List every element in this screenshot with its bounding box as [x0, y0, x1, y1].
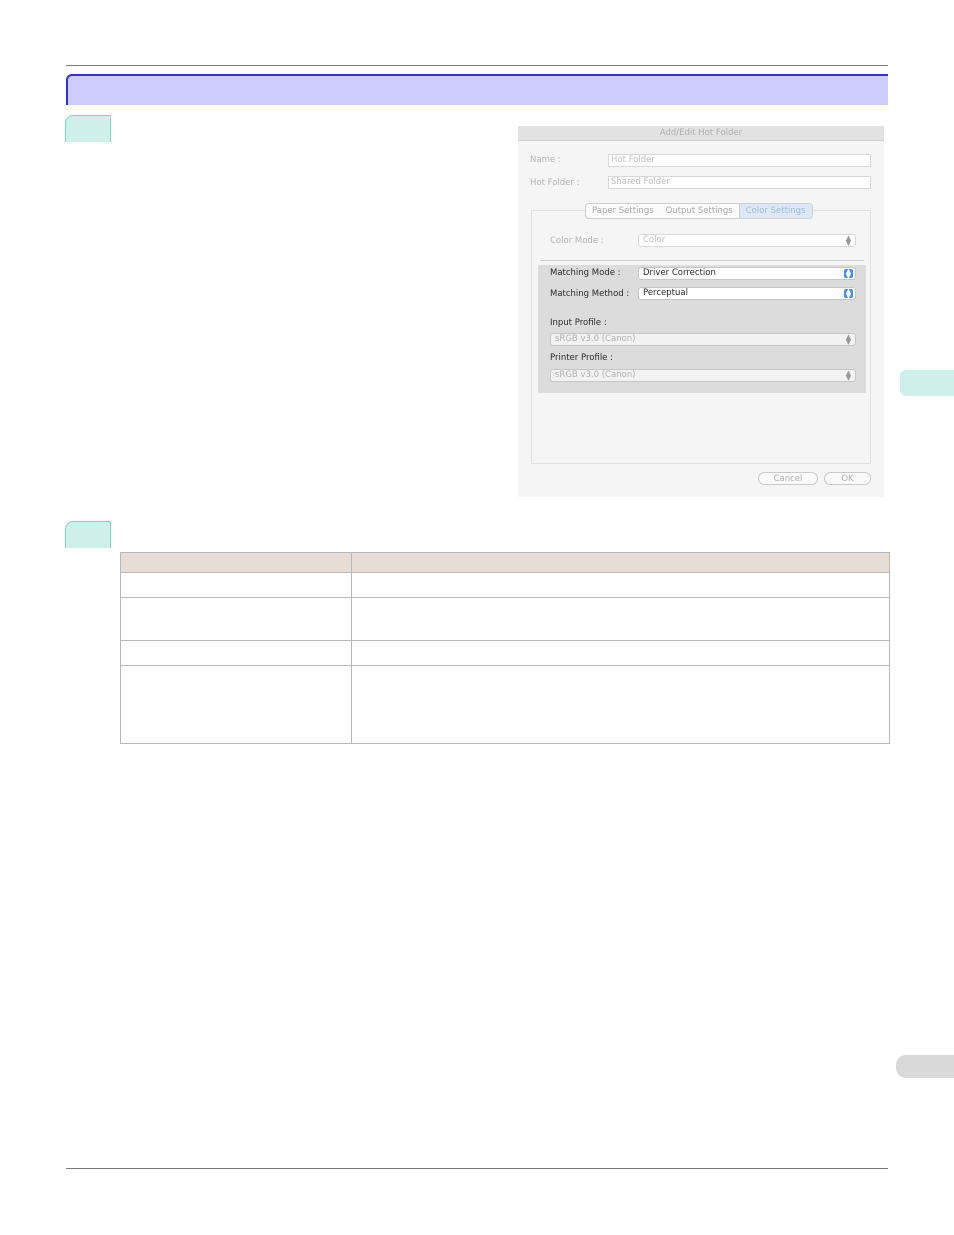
select-arrows-icon: ▲ ▼ — [844, 287, 853, 300]
name-label: Name : — [530, 155, 561, 165]
add-edit-hot-folder-dialog: Add/Edit Hot Folder Name : Hot Folder Ho… — [518, 126, 884, 497]
printer-profile-value: sRGB v3.0 (Canon) — [555, 370, 636, 380]
top-rule — [66, 65, 888, 66]
table-row — [120, 572, 890, 598]
matching-method-select[interactable]: Perceptual ▲ ▼ — [638, 287, 856, 300]
cancel-button[interactable]: Cancel — [758, 472, 818, 485]
select-arrows-icon: ▲ ▼ — [845, 369, 852, 382]
separator — [540, 260, 864, 261]
table-row — [120, 640, 890, 666]
table-row — [120, 597, 890, 641]
table-cell — [351, 640, 890, 666]
tab-output-settings[interactable]: Output Settings — [660, 204, 739, 218]
matching-method-label: Matching Method : — [550, 289, 630, 299]
step-1-marker — [65, 115, 111, 142]
matching-mode-label: Matching Mode : — [550, 268, 621, 278]
table-header-cell — [120, 552, 352, 573]
printer-profile-select[interactable]: sRGB v3.0 (Canon) ▲ ▼ — [550, 369, 856, 382]
table-row — [120, 665, 890, 744]
table-cell — [351, 597, 890, 641]
select-arrows-icon: ▲ ▼ — [845, 333, 852, 346]
table-cell — [120, 640, 352, 666]
step-2-marker — [65, 521, 111, 548]
ok-button[interactable]: OK — [824, 472, 871, 485]
select-arrows-icon: ▲ ▼ — [845, 234, 852, 247]
name-field[interactable]: Hot Folder — [608, 154, 871, 167]
page-number-tab — [896, 1055, 954, 1078]
matching-mode-value: Driver Correction — [643, 268, 716, 278]
color-mode-select[interactable]: Color ▲ ▼ — [638, 234, 856, 247]
table-cell — [120, 572, 352, 598]
table-header-row — [120, 552, 890, 573]
input-profile-value: sRGB v3.0 (Canon) — [555, 334, 636, 344]
select-arrows-icon: ▲ ▼ — [844, 267, 853, 280]
input-profile-select[interactable]: sRGB v3.0 (Canon) ▲ ▼ — [550, 333, 856, 346]
section-heading-bar — [66, 74, 888, 105]
table-cell — [351, 665, 890, 744]
matching-method-value: Perceptual — [643, 288, 688, 298]
table-cell — [120, 597, 352, 641]
hot-folder-label: Hot Folder : — [530, 178, 580, 188]
bottom-rule — [66, 1168, 888, 1169]
tab-color-settings[interactable]: Color Settings — [738, 204, 812, 218]
hot-folder-field[interactable]: Shared Folder — [608, 176, 871, 189]
color-mode-label: Color Mode : — [550, 236, 604, 246]
matching-mode-select[interactable]: Driver Correction ▲ ▼ — [638, 267, 856, 280]
settings-tabs: Paper Settings Output Settings Color Set… — [585, 203, 813, 219]
tab-paper-settings[interactable]: Paper Settings — [586, 204, 660, 218]
input-profile-label: Input Profile : — [550, 318, 607, 328]
color-mode-value: Color — [643, 235, 666, 245]
table-header-cell — [351, 552, 890, 573]
table-cell — [120, 665, 352, 744]
table-cell — [351, 572, 890, 598]
printer-profile-label: Printer Profile : — [550, 353, 613, 363]
settings-table — [120, 552, 890, 744]
chapter-side-tab — [900, 370, 954, 396]
dialog-title: Add/Edit Hot Folder — [518, 126, 884, 141]
